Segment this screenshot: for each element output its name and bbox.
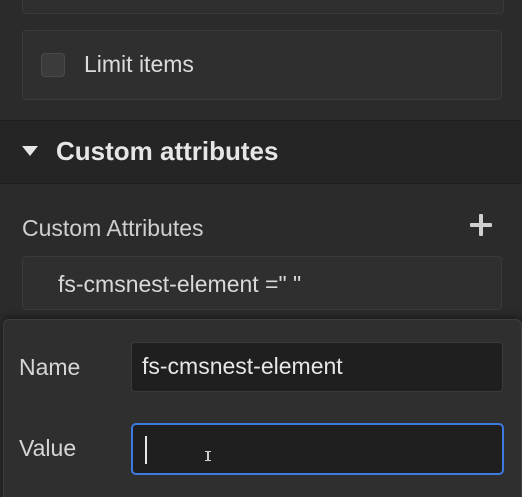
- custom-attribute-item[interactable]: fs-cmsnest-element =" ": [22, 256, 502, 310]
- previous-field-box: [22, 0, 504, 14]
- limit-items-row[interactable]: Limit items: [22, 30, 502, 100]
- custom-attribute-text: fs-cmsnest-element =" ": [58, 271, 302, 297]
- value-input[interactable]: [131, 423, 504, 475]
- text-caret: [145, 436, 147, 464]
- settings-panel: Limit items Custom attributes Custom Att…: [0, 0, 522, 497]
- value-label: Value: [19, 435, 77, 461]
- caret-down-icon[interactable]: [22, 146, 38, 156]
- plus-icon[interactable]: [470, 214, 492, 236]
- attribute-edit-popover: Name fs-cmsnest-element Value: [3, 319, 522, 497]
- name-label: Name: [19, 354, 81, 380]
- section-title: Custom attributes: [56, 136, 279, 166]
- limit-items-checkbox[interactable]: [41, 53, 65, 77]
- limit-items-label: Limit items: [84, 51, 194, 77]
- custom-attributes-label: Custom Attributes: [22, 215, 204, 241]
- name-input[interactable]: fs-cmsnest-element: [131, 342, 503, 392]
- custom-attributes-section-header[interactable]: Custom attributes: [0, 120, 522, 184]
- ibeam-cursor-icon: [205, 451, 211, 461]
